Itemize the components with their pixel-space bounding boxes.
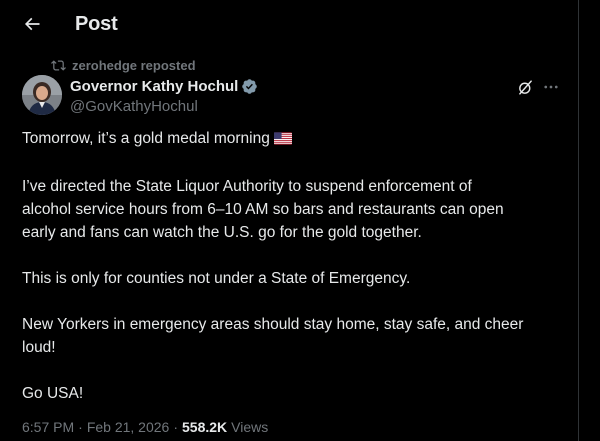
views-count[interactable]: 558.2K [182,419,227,435]
meta-separator: · [78,419,83,435]
more-options-button[interactable] [540,76,562,98]
tweet-line: This is only for counties not under a St… [22,270,411,287]
tweet-line: early and fans can watch the U.S. go for… [22,224,422,241]
verified-badge-icon [242,79,258,94]
avatar-image [22,75,62,115]
tweet-line: I’ve directed the State Liquor Authority… [22,178,472,195]
views-label: Views [231,419,269,435]
repost-text: zerohedge reposted [72,57,196,73]
grok-icon [518,79,532,95]
tweet-body: Tomorrow, it’s a gold medal morning I’ve… [22,127,567,405]
grok-button[interactable] [515,77,535,97]
post-page: Post zerohedge reposted Governor Kathy H… [0,0,600,441]
author-handle[interactable]: @GovKathyHochul [70,98,258,115]
tweet-line: alcohol service hours from 6–10 AM so ba… [22,201,504,218]
author-name[interactable]: Governor Kathy Hochul [70,78,238,95]
us-flag-icon [273,129,292,152]
back-button[interactable] [14,6,50,42]
tweet-line: loud! [22,339,56,356]
repost-icon [51,59,66,71]
tweet-line: Go USA! [22,385,84,402]
more-options-icon [544,85,558,89]
repost-indicator[interactable]: zerohedge reposted [51,57,196,73]
meta-separator: · [173,419,178,435]
page-title: Post [75,13,118,35]
tweet-line-text: Tomorrow, it’s a gold medal morning [22,130,270,147]
tweet-meta: 6:57 PM · Feb 21, 2026 · 558.2K Views [22,419,268,435]
author-block: Governor Kathy Hochul @GovKathyHochul [70,77,258,115]
tweet-line: New Yorkers in emergency areas should st… [22,316,524,333]
arrow-left-icon [24,17,40,31]
tweet-time[interactable]: 6:57 PM [22,419,74,435]
column-divider [578,0,579,441]
avatar[interactable] [22,75,62,115]
tweet-date[interactable]: Feb 21, 2026 [87,419,170,435]
tweet-line: Tomorrow, it’s a gold medal morning [22,127,567,152]
top-bar: Post [0,0,578,48]
